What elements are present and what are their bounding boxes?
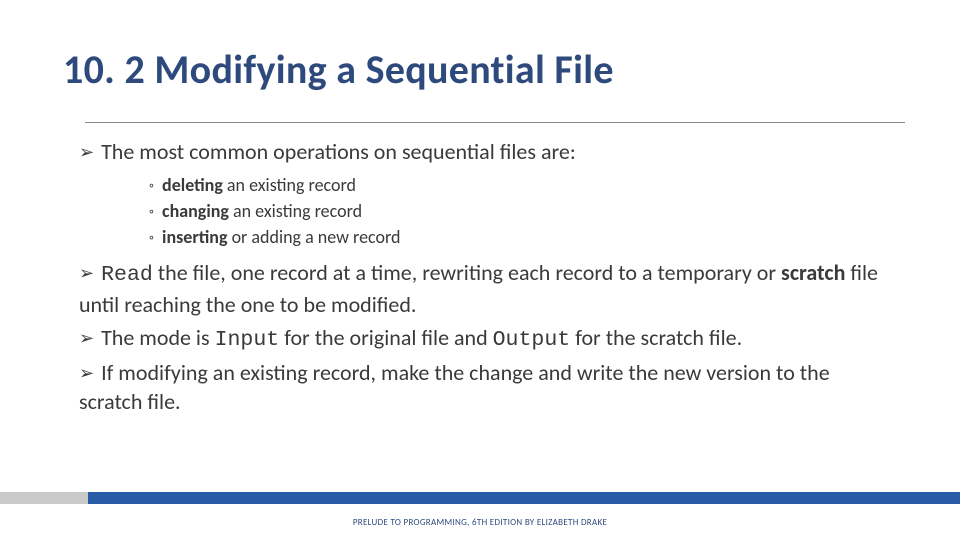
- footer: PRELUDE TO PROGRAMMING, 6TH EDITION BY E…: [0, 484, 960, 540]
- sub-bullet-1: ◦ deleting an existing record: [149, 172, 897, 198]
- sub3-strong: inserting: [162, 226, 227, 248]
- bullet-2: ➢ Read the file, one record at a time, r…: [79, 258, 897, 318]
- sub1-rest: an existing record: [223, 174, 356, 196]
- bullet-1-text: The most common operations on sequential…: [101, 138, 576, 165]
- sub-bullet-3: ◦ inserting or adding a new record: [149, 224, 897, 250]
- bullet-4: ➢ If modifying an existing record, make …: [79, 358, 897, 416]
- b3-code2: Output: [493, 328, 571, 352]
- slide-title: 10. 2 Modifying a Sequential File: [55, 45, 905, 94]
- sub-bullet-list: ◦ deleting an existing record ◦ changing…: [79, 172, 897, 250]
- footer-text: PRELUDE TO PROGRAMMING, 6TH EDITION BY E…: [0, 517, 960, 528]
- arrow-icon: ➢: [79, 363, 94, 383]
- ring-icon: ◦: [149, 203, 154, 220]
- b2-strong: scratch: [781, 259, 845, 286]
- arrow-icon: ➢: [79, 263, 94, 283]
- slide-body: ➢ The most common operations on sequenti…: [55, 137, 905, 416]
- sub2-rest: an existing record: [229, 200, 362, 222]
- b4-text: If modifying an existing record, make th…: [79, 359, 830, 415]
- arrow-icon: ➢: [79, 142, 94, 162]
- b2-mid: the file, one record at a time, rewritin…: [153, 259, 781, 286]
- b3-code1: Input: [215, 328, 280, 352]
- sub3-rest: or adding a new record: [228, 226, 401, 248]
- divider: [85, 122, 905, 123]
- slide: 10. 2 Modifying a Sequential File ➢ The …: [0, 0, 960, 540]
- bullet-1: ➢ The most common operations on sequenti…: [79, 137, 897, 166]
- sub1-strong: deleting: [162, 174, 223, 196]
- bullet-3: ➢ The mode is Input for the original fil…: [79, 323, 897, 354]
- footer-bar-grey: [0, 492, 88, 504]
- ring-icon: ◦: [149, 229, 154, 246]
- b2-code: Read: [101, 263, 153, 287]
- sub-bullet-2: ◦ changing an existing record: [149, 198, 897, 224]
- b3-mid: for the original file and: [279, 324, 492, 351]
- sub2-strong: changing: [162, 200, 229, 222]
- b3-pre: The mode is: [101, 324, 214, 351]
- footer-bar-blue: [0, 492, 960, 504]
- arrow-icon: ➢: [79, 328, 94, 348]
- ring-icon: ◦: [149, 177, 154, 194]
- b3-end: for the scratch file.: [570, 324, 742, 351]
